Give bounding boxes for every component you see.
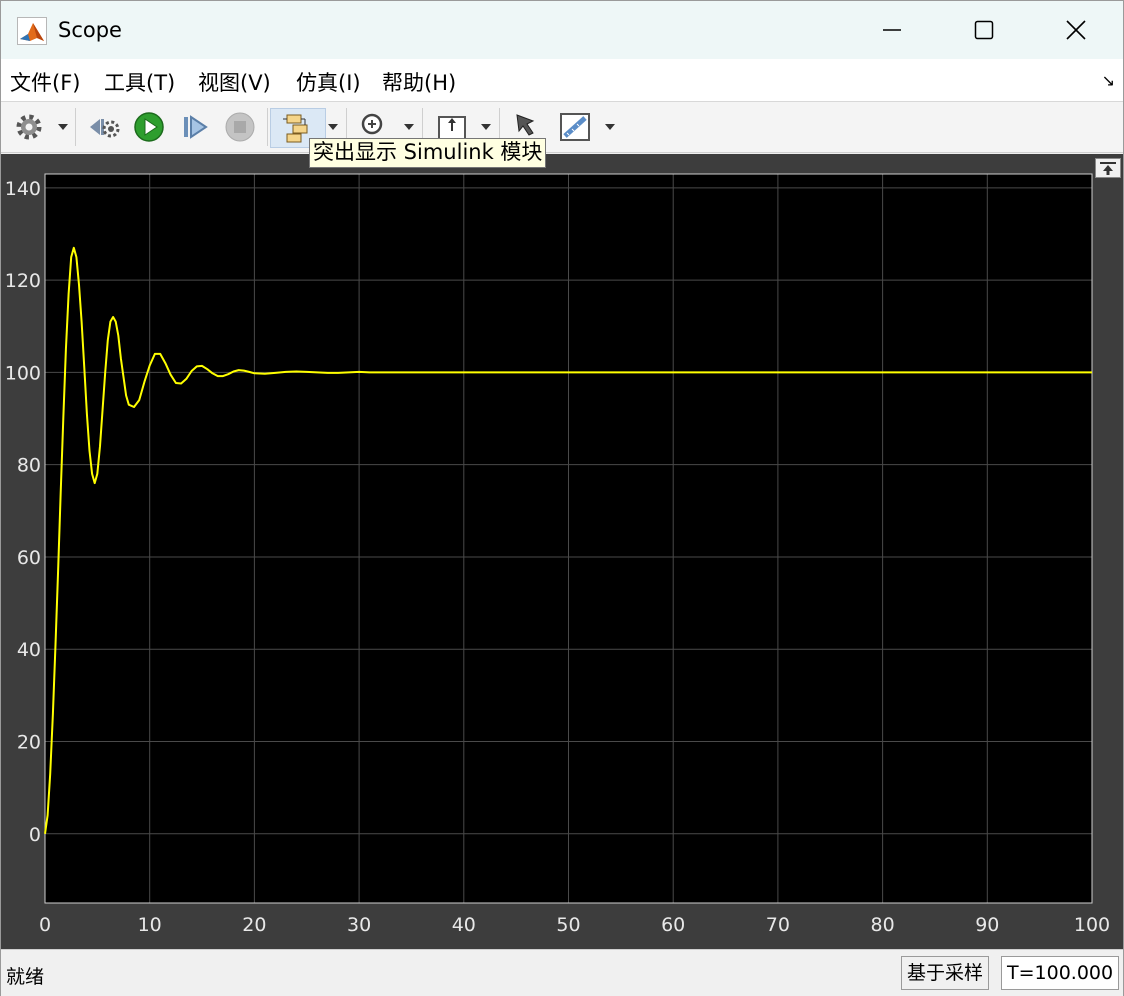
x-tick-label: 70	[766, 914, 790, 936]
settings-button[interactable]	[11, 108, 47, 146]
stop-icon	[225, 112, 255, 142]
y-tick-label: 60	[17, 547, 41, 569]
maximize-button[interactable]	[938, 1, 1030, 59]
step-back-button[interactable]	[85, 108, 123, 146]
status-bar: 就绪 基于采样 T=100.000	[1, 949, 1123, 996]
maximize-icon	[974, 20, 994, 40]
chevron-down-icon	[58, 124, 68, 130]
y-tick-label: 0	[29, 824, 41, 846]
close-button[interactable]	[1030, 1, 1122, 59]
title-bar[interactable]: Scope	[1, 1, 1123, 59]
step-forward-button[interactable]	[177, 108, 213, 146]
y-tick-label: 40	[17, 639, 41, 661]
tooltip: 突出显示 Simulink 模块	[309, 138, 547, 168]
menu-help[interactable]: 帮助(H)	[382, 67, 456, 97]
menu-tools[interactable]: 工具(T)	[104, 67, 175, 97]
menu-view[interactable]: 视图(V)	[198, 67, 271, 97]
y-tick-label: 120	[5, 270, 41, 292]
scope-plot[interactable]: 0 10 20 30 40 50 60 70 80 90 100 0 20 40 60 80 100 120 140	[1, 154, 1123, 949]
gear-icon	[16, 114, 42, 140]
minimize-icon	[883, 29, 901, 31]
run-button[interactable]	[131, 108, 167, 146]
chevron-down-icon	[404, 124, 414, 130]
x-tick-label: 20	[242, 914, 266, 936]
plot-panel: 0 10 20 30 40 50 60 70 80 90 100 0 20 40 60 80 100 120 140	[1, 154, 1123, 949]
scope-window: Scope 文件(F) 工具(T) 视图(V) 仿真(I) 帮助(H) ↘ 突出…	[0, 0, 1124, 996]
stop-button[interactable]	[222, 108, 258, 146]
minimize-button[interactable]	[846, 1, 938, 59]
y-tick-label: 100	[5, 362, 41, 384]
menu-file[interactable]: 文件(F)	[10, 67, 80, 97]
x-tick-label: 80	[871, 914, 895, 936]
measurement-dropdown[interactable]	[603, 108, 617, 146]
sim-time-label: T=100.000	[1001, 956, 1120, 990]
toolbar-separator	[267, 108, 268, 146]
x-tick-label: 30	[347, 914, 371, 936]
x-tick-label: 50	[556, 914, 580, 936]
x-tick-label: 60	[661, 914, 685, 936]
collapse-icon	[1100, 162, 1116, 175]
x-tick-label: 100	[1074, 914, 1110, 936]
step-forward-icon	[184, 115, 208, 139]
x-tick-label: 0	[39, 914, 51, 936]
sample-mode-label: 基于采样	[901, 956, 990, 990]
x-tick-label: 90	[975, 914, 999, 936]
chevron-down-icon	[328, 124, 338, 130]
window-title: Scope	[58, 18, 122, 42]
x-tick-label: 10	[138, 914, 162, 936]
measurement-icon	[560, 113, 590, 141]
toolbar	[1, 102, 1123, 153]
dock-arrow-icon[interactable]: ↘	[1102, 71, 1115, 90]
toolbar-separator	[75, 108, 76, 146]
measurement-button[interactable]	[556, 108, 594, 146]
collapse-toolstrip-button[interactable]	[1095, 158, 1121, 178]
close-icon	[1066, 20, 1086, 40]
settings-dropdown[interactable]	[56, 108, 70, 146]
step-back-icon	[90, 119, 120, 138]
y-tick-label: 80	[17, 455, 41, 477]
chevron-down-icon	[605, 124, 615, 130]
y-tick-label: 140	[5, 178, 41, 200]
y-tick-label: 20	[17, 732, 41, 754]
status-text: 就绪	[6, 966, 45, 988]
menu-bar: 文件(F) 工具(T) 视图(V) 仿真(I) 帮助(H) ↘	[1, 59, 1123, 102]
x-tick-label: 40	[452, 914, 476, 936]
chevron-down-icon	[481, 124, 491, 130]
menu-simulation[interactable]: 仿真(I)	[296, 67, 361, 97]
matlab-app-icon	[17, 17, 47, 45]
run-icon	[134, 112, 164, 142]
